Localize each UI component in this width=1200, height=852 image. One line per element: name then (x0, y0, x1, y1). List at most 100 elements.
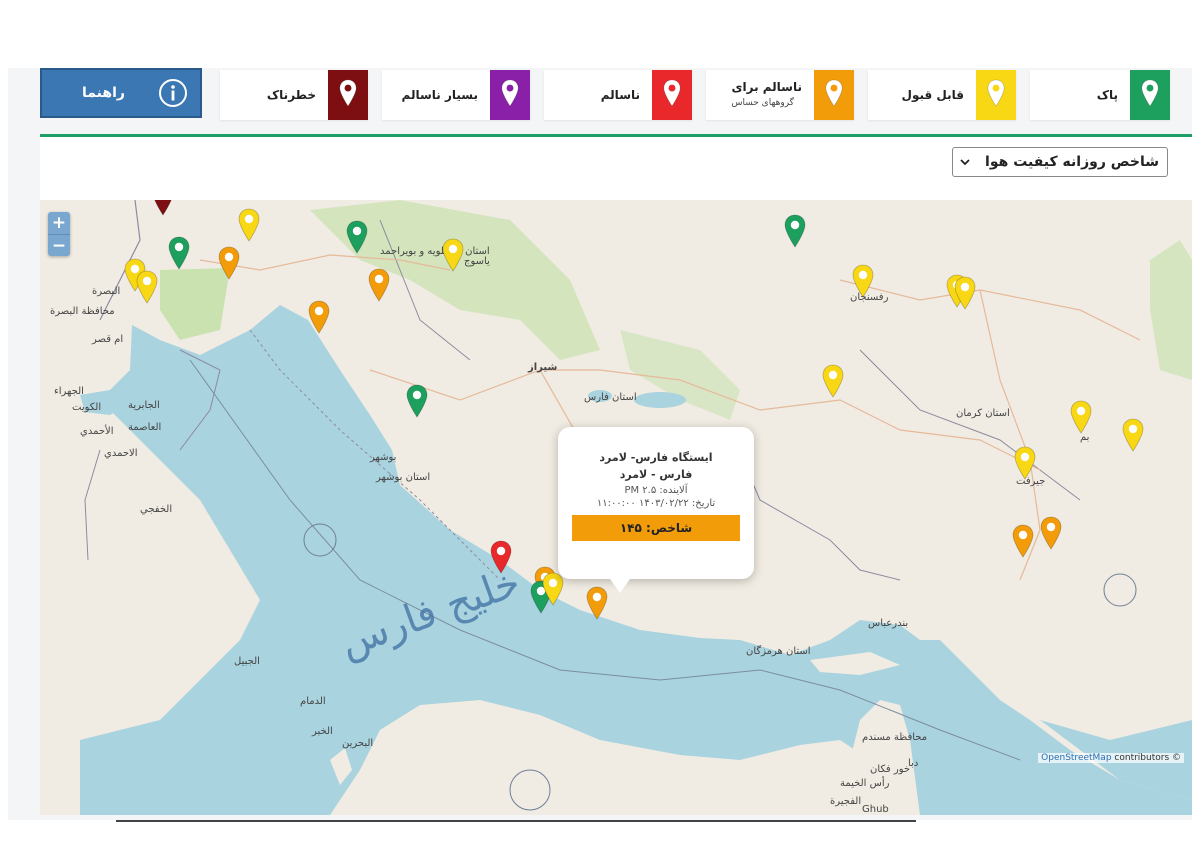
station-marker[interactable] (136, 270, 158, 304)
popup-tip (610, 579, 630, 593)
place-label: استان هرمزگان (746, 646, 811, 657)
legend-label-unhealthy: ناسالم (600, 88, 640, 102)
place-label: استان کرمان (956, 408, 1010, 419)
map-pin-icon (586, 586, 608, 620)
map-pin-icon (346, 220, 368, 254)
map-pin-icon (442, 238, 464, 272)
station-marker[interactable] (822, 364, 844, 398)
pin-icon (825, 79, 843, 111)
map-pin-icon (822, 364, 844, 398)
map-pin-icon (1014, 446, 1036, 480)
place-label: الدمام (300, 696, 326, 707)
legend-item-very-unhealthy[interactable]: بسیار ناسالم (382, 70, 530, 120)
road (839, 279, 1141, 341)
legend-item-clean[interactable]: پاک (1030, 70, 1170, 120)
qatar-peninsula (405, 720, 470, 815)
zoom-in-button[interactable]: + (48, 212, 70, 234)
station-marker[interactable] (954, 276, 976, 310)
map-pin-icon (136, 270, 158, 304)
island (509, 769, 551, 811)
air-quality-map[interactable]: خلیج فارس البصرة محافظة البصرة ام قصر ال… (40, 200, 1192, 815)
legend-label-sensitive: ناسالم برای گروههای حساس (732, 70, 803, 120)
zoom-out-button[interactable]: − (48, 234, 70, 257)
map-pin-icon (1012, 524, 1034, 558)
station-marker[interactable] (852, 264, 874, 298)
app-frame: پاک قابل قبول ناسالم برای گروههای حساس ن… (8, 68, 1192, 820)
map-pin-icon (308, 300, 330, 334)
station-marker[interactable] (1012, 524, 1034, 558)
station-marker[interactable] (152, 200, 174, 216)
info-icon (159, 79, 187, 107)
popup-location: فارس - لامرد (619, 468, 693, 481)
osm-link[interactable]: OpenStreetMap (1041, 753, 1111, 763)
pin-icon (663, 79, 681, 111)
station-marker[interactable] (1040, 516, 1062, 550)
popup-station-name: ایستگاه فارس- لامرد (599, 451, 713, 464)
station-marker[interactable] (168, 236, 190, 270)
station-marker[interactable] (238, 208, 260, 242)
place-label: الفجيرة (830, 796, 862, 807)
station-marker[interactable] (1122, 418, 1144, 452)
legend-label-acceptable: قابل قبول (901, 88, 964, 102)
station-marker[interactable] (1014, 446, 1036, 480)
popup-date: تاریخ: ۱۴۰۳/۰۲/۲۲ ۱۱:۰۰:۰۰ (596, 498, 716, 509)
legend-label-very-unhealthy: بسیار ناسالم (401, 88, 478, 102)
map-pin-icon (406, 384, 428, 418)
station-marker[interactable] (542, 572, 564, 606)
map-pin-icon (542, 572, 564, 606)
map-pin-icon (168, 236, 190, 270)
station-popup: ایستگاه فارس- لامرد فارس - لامرد آلاینده… (558, 427, 754, 593)
place-label: شیراز (528, 362, 558, 373)
province-border (859, 349, 1081, 501)
legend-item-unhealthy[interactable]: ناسالم (544, 70, 692, 120)
map-pin-icon (852, 264, 874, 298)
map-pin-icon (368, 268, 390, 302)
forest-area (1150, 240, 1192, 380)
map-pin-icon (954, 276, 976, 310)
station-marker[interactable] (406, 384, 428, 418)
station-marker[interactable] (442, 238, 464, 272)
pin-icon (1141, 79, 1159, 111)
map-pin-icon (784, 214, 806, 248)
legend-swatch-hazardous (328, 70, 368, 120)
place-label: استان بوشهر (376, 472, 431, 483)
province-border (84, 449, 101, 561)
place-label: الكويت (72, 402, 102, 413)
popup-pollutant: آلاینده: PM ۲.۵ (624, 485, 688, 496)
place-label: الخفجي (140, 504, 173, 515)
place-label: البحرين (342, 738, 374, 749)
place-label: ام قصر (92, 334, 124, 345)
station-marker[interactable] (1070, 400, 1092, 434)
legend-item-sensitive[interactable]: ناسالم برای گروههای حساس (706, 70, 854, 120)
place-label: البصرة (92, 286, 121, 297)
station-marker[interactable] (586, 586, 608, 620)
station-marker[interactable] (490, 540, 512, 574)
legend-item-hazardous[interactable]: خطرناک (220, 70, 368, 120)
legend-label-sensitive-main: ناسالم برای (731, 80, 803, 94)
legend-label-sensitive-sub: گروههای حساس (731, 98, 794, 108)
station-marker[interactable] (784, 214, 806, 248)
place-label: Ghub (862, 804, 889, 815)
zoom-control: + − (48, 212, 70, 256)
legend-swatch-sensitive (814, 70, 854, 120)
station-marker[interactable] (368, 268, 390, 302)
legend-item-acceptable[interactable]: قابل قبول (868, 70, 1016, 120)
pin-icon (501, 79, 519, 111)
help-button[interactable]: راهنما (40, 68, 202, 118)
map-pin-icon (1070, 400, 1092, 434)
chevron-down-icon (960, 159, 970, 166)
index-type-select[interactable]: شاخص روزانه کیفیت هوا (952, 147, 1168, 177)
station-marker[interactable] (218, 246, 240, 280)
help-button-label: راهنما (82, 85, 125, 101)
place-label: الخبر (312, 726, 333, 737)
pin-icon (987, 79, 1005, 111)
place-label: العاصمة (128, 422, 162, 433)
place-label: الجبيل (234, 656, 260, 667)
map-pin-icon (490, 540, 512, 574)
province-border (729, 429, 901, 581)
station-marker[interactable] (346, 220, 368, 254)
map-pin-icon (238, 208, 260, 242)
station-marker[interactable] (308, 300, 330, 334)
bottom-divider (116, 820, 916, 822)
legend-swatch-unhealthy (652, 70, 692, 120)
